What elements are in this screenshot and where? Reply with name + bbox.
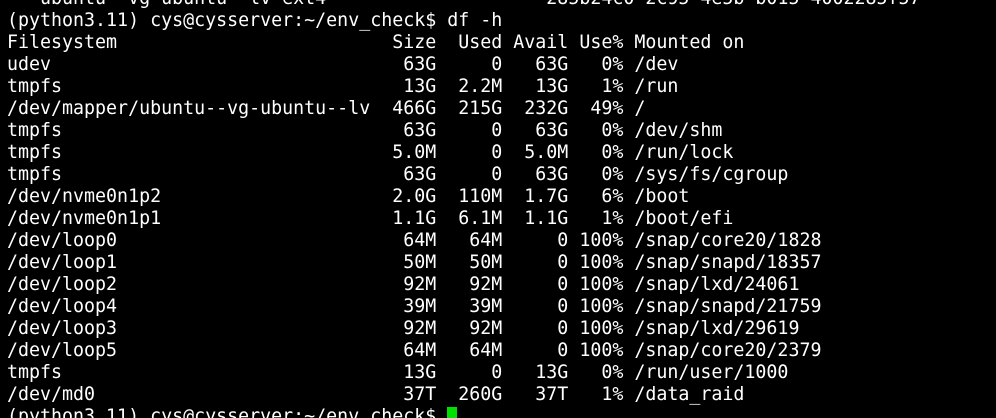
df-row: tmpfs 63G 0 63G 0% /dev/shm xyxy=(7,120,723,141)
df-row: /dev/loop3 92M 92M 0 100% /snap/lxd/2961… xyxy=(7,318,800,339)
df-row: /dev/mapper/ubuntu--vg-ubuntu--lv 466G 2… xyxy=(7,98,646,119)
shell-prompt: (python3.11) cys@cysserver:~/env_check$ xyxy=(7,10,448,31)
df-row: udev 63G 0 63G 0% /dev xyxy=(7,54,679,75)
terminal-window[interactable]: ubuntu--vg-ubuntu--lv ext4 285b24c0-2c95… xyxy=(0,0,996,418)
df-header: Filesystem Size Used Avail Use% Mounted … xyxy=(7,32,745,53)
df-row: tmpfs 63G 0 63G 0% /sys/fs/cgroup xyxy=(7,164,789,185)
df-row: tmpfs 13G 2.2M 13G 1% /run xyxy=(7,76,679,97)
df-row: tmpfs 5.0M 0 5.0M 0% /run/lock xyxy=(7,142,734,163)
df-row: /dev/loop2 92M 92M 0 100% /snap/lxd/2406… xyxy=(7,274,800,295)
df-row: /dev/loop4 39M 39M 0 100% /snap/snapd/21… xyxy=(7,296,822,317)
df-row: /dev/loop5 64M 64M 0 100% /snap/core20/2… xyxy=(7,340,822,361)
df-row: /dev/nvme0n1p1 1.1G 6.1M 1.1G 1% /boot/e… xyxy=(7,208,734,229)
df-row: /dev/md0 37T 260G 37T 1% /data_raid xyxy=(7,384,745,405)
terminal-output: ubuntu--vg-ubuntu--lv ext4 285b24c0-2c95… xyxy=(7,0,921,418)
text-cursor xyxy=(447,407,458,418)
command-text: df -h xyxy=(447,10,503,31)
command-line: (python3.11) cys@cysserver:~/env_check$ … xyxy=(7,10,921,32)
input-line[interactable]: (python3.11) cys@cysserver:~/env_check$ xyxy=(7,406,921,418)
partial-top-line: ubuntu--vg-ubuntu--lv ext4 285b24c0-2c95… xyxy=(7,0,921,10)
df-row: /dev/loop1 50M 50M 0 100% /snap/snapd/18… xyxy=(7,252,822,273)
df-row: /dev/nvme0n1p2 2.0G 110M 1.7G 6% /boot xyxy=(7,186,690,207)
shell-prompt: (python3.11) cys@cysserver:~/env_check$ xyxy=(7,406,448,418)
df-row: tmpfs 13G 0 13G 0% /run/user/1000 xyxy=(7,362,789,383)
df-row: /dev/loop0 64M 64M 0 100% /snap/core20/1… xyxy=(7,230,822,251)
